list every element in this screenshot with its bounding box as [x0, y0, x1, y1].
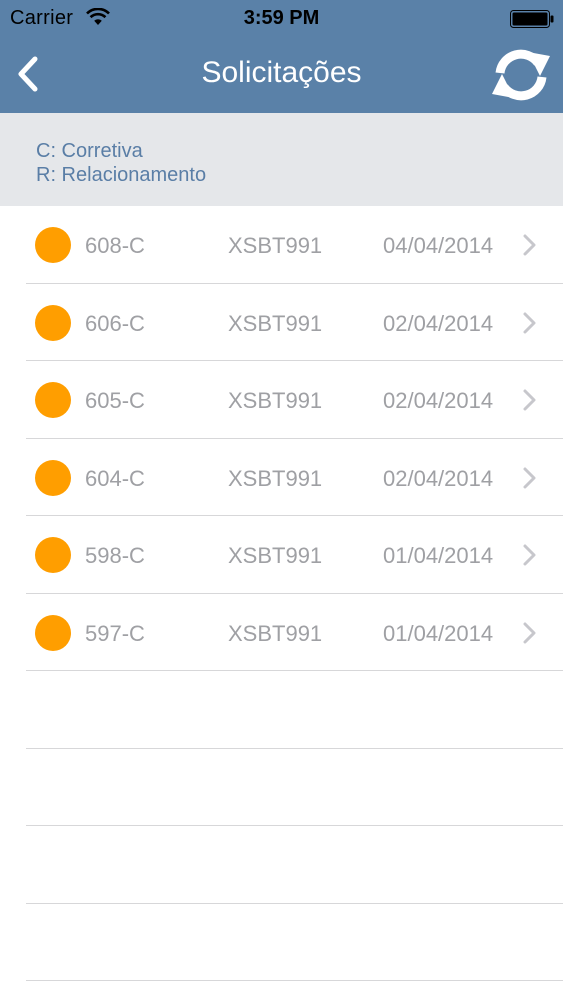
status-dot [35, 304, 71, 341]
request-date: 01/04/2014 [383, 620, 494, 646]
request-plate: XSBT991 [228, 388, 323, 413]
navigation-bar: Solicitações [0, 36, 563, 113]
request-plate: XSBT991 [228, 543, 323, 568]
table-row[interactable]: 605-C XSBT991 02/04/2014 [0, 361, 563, 439]
chevron-right-icon [523, 234, 536, 256]
legend-relacionamento: R: Relacionamento [36, 164, 207, 186]
app-header: Carrier 3:59 PM Solicitações [0, 0, 563, 113]
request-id: 597-C [85, 620, 145, 646]
legend-corretiva: C: Corretiva [36, 140, 143, 162]
status-dot [35, 614, 71, 651]
refresh-icon [492, 49, 550, 101]
status-bar: Carrier 3:59 PM [0, 0, 563, 36]
status-dot [35, 227, 71, 263]
table-row[interactable]: 604-C XSBT991 02/04/2014 [0, 439, 563, 517]
table-row[interactable]: 608-C XSBT991 04/04/2014 [0, 206, 563, 284]
page-title: Solicitações [201, 56, 362, 89]
table-row[interactable]: 606-C XSBT991 02/04/2014 [0, 284, 563, 362]
status-time: 3:59 PM [243, 7, 320, 29]
chevron-right-icon [523, 389, 536, 411]
request-plate: XSBT991 [228, 310, 323, 336]
request-plate: XSBT991 [228, 233, 323, 258]
status-dot [35, 537, 71, 573]
refresh-button[interactable] [486, 44, 556, 106]
empty-row [0, 904, 563, 982]
request-id: 604-C [85, 465, 145, 491]
empty-row [0, 749, 563, 827]
request-date: 04/04/2014 [383, 233, 494, 258]
request-date: 01/04/2014 [383, 543, 494, 568]
type-legend: C: Corretiva R: Relacionamento [0, 113, 563, 206]
chevron-right-icon [523, 312, 536, 333]
empty-row [0, 826, 563, 904]
request-id: 605-C [85, 388, 145, 413]
request-id: 608-C [85, 233, 145, 258]
table-row[interactable]: 597-C XSBT991 01/04/2014 [0, 594, 563, 672]
battery-icon [510, 10, 554, 28]
chevron-right-icon [523, 622, 536, 643]
request-id: 598-C [85, 543, 145, 568]
status-dot [35, 382, 71, 418]
request-id: 606-C [85, 310, 145, 336]
table-row[interactable]: 598-C XSBT991 01/04/2014 [0, 516, 563, 594]
request-date: 02/04/2014 [383, 310, 494, 336]
chevron-right-icon [523, 544, 536, 566]
request-date: 02/04/2014 [383, 465, 494, 491]
request-date: 02/04/2014 [383, 388, 494, 413]
chevron-right-icon [523, 467, 536, 488]
request-plate: XSBT991 [228, 620, 323, 646]
request-plate: XSBT991 [228, 465, 323, 491]
empty-row [0, 671, 563, 749]
status-dot [35, 459, 71, 496]
request-list: 608-C XSBT991 04/04/2014 606-C XSBT991 0… [0, 206, 563, 981]
